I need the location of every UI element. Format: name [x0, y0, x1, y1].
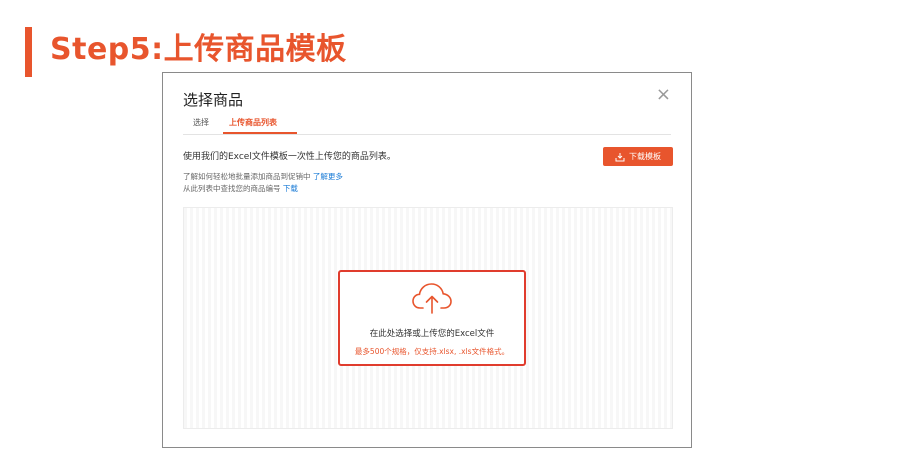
download-template-label: 下载模板 — [629, 152, 661, 161]
download-icon — [615, 152, 625, 161]
download-template-button[interactable]: 下载模板 — [603, 147, 673, 166]
upload-dropzone[interactable]: 在此处选择或上传您的Excel文件 最多500个规格，仅支持.xlsx, .xl… — [183, 207, 673, 429]
dropzone-file-limits: 最多500个规格，仅支持.xlsx, .xls文件格式。 — [354, 347, 510, 356]
file-select-area[interactable]: 在此处选择或上传您的Excel文件 最多500个规格，仅支持.xlsx, .xl… — [338, 270, 526, 366]
help-line-learn-more: 了解如何轻松地批量添加商品到促销中 了解更多 — [183, 171, 343, 182]
page-heading: Step5:上传商品模板 — [50, 32, 347, 67]
dialog-title: 选择商品 — [183, 91, 244, 109]
close-icon[interactable]: × — [656, 85, 671, 105]
tab-upload-product-list[interactable]: 上传商品列表 — [229, 117, 277, 128]
dialog-tabs: 选择 上传商品列表 — [183, 115, 671, 135]
help-line-download: 从此列表中查找您的商品编号 下载 — [183, 183, 298, 194]
select-products-dialog: 选择商品 × 选择 上传商品列表 使用我们的Excel文件模板一次性上传您的商品… — [162, 72, 692, 448]
upload-cloud-icon — [412, 283, 452, 314]
heading-accent-bar — [25, 27, 32, 77]
help-text-bulk-add: 了解如何轻松地批量添加商品到促销中 — [183, 172, 311, 181]
active-tab-underline — [223, 132, 297, 134]
tab-select[interactable]: 选择 — [193, 117, 209, 128]
learn-more-link[interactable]: 了解更多 — [313, 172, 343, 181]
upload-description: 使用我们的Excel文件模板一次性上传您的商品列表。 — [183, 152, 396, 162]
help-text-find-ids: 从此列表中查找您的商品编号 — [183, 184, 281, 193]
download-list-link[interactable]: 下载 — [283, 184, 298, 193]
dropzone-instruction: 在此处选择或上传您的Excel文件 — [369, 329, 495, 339]
